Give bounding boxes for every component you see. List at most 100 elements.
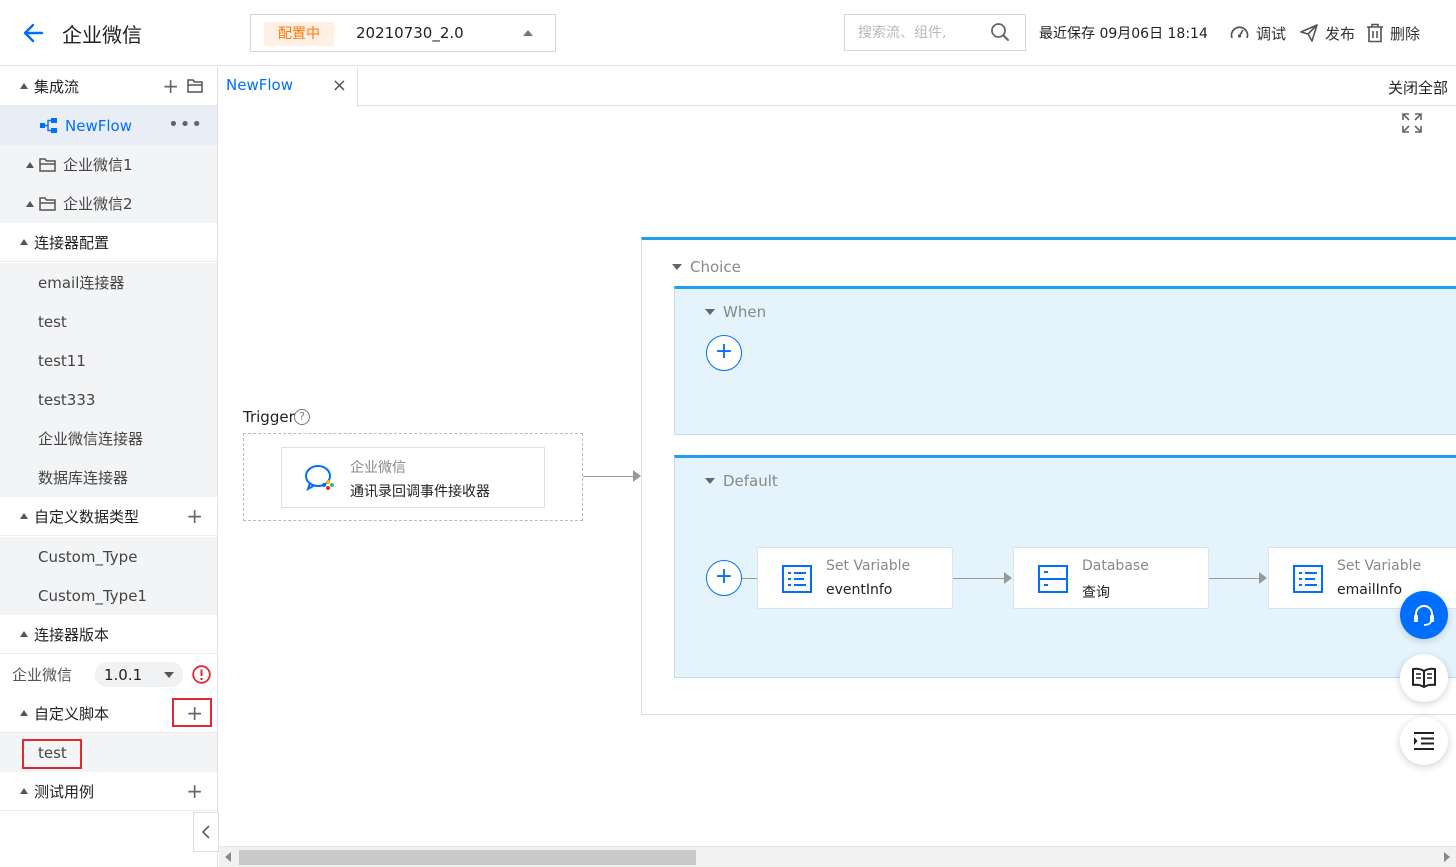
scroll-left-icon[interactable] bbox=[225, 852, 231, 862]
connector-arrow bbox=[1209, 578, 1260, 579]
section-testcases[interactable]: 测试用例 + bbox=[0, 772, 217, 811]
collapse-sidebar-button[interactable] bbox=[193, 812, 219, 852]
connector-item[interactable]: test bbox=[0, 302, 217, 341]
collapse-triangle-icon bbox=[672, 264, 682, 270]
debug-label: 调试 bbox=[1256, 24, 1287, 43]
default-header[interactable]: Default bbox=[705, 472, 778, 490]
section-connector-config-label: 连接器配置 bbox=[34, 233, 110, 252]
connector-arrow bbox=[583, 476, 634, 477]
add-datatype-button[interactable]: + bbox=[186, 506, 203, 526]
more-options-icon[interactable]: ••• bbox=[168, 114, 203, 135]
collapse-triangle-icon bbox=[20, 788, 28, 794]
headset-icon bbox=[1414, 605, 1434, 626]
datatype-item[interactable]: Custom_Type bbox=[0, 537, 217, 576]
connector-item[interactable]: email连接器 bbox=[0, 263, 217, 302]
back-arrow-icon[interactable] bbox=[20, 20, 46, 46]
datatype-label: Custom_Type1 bbox=[38, 586, 147, 605]
connector-item[interactable]: 数据库连接器 bbox=[0, 458, 217, 497]
connector-arrow bbox=[953, 578, 1005, 579]
trigger-category: 企业微信 bbox=[350, 460, 406, 476]
connector-item[interactable]: test333 bbox=[0, 380, 217, 419]
connector-line bbox=[742, 578, 758, 579]
trigger-label: Trigger bbox=[243, 408, 295, 426]
status-badge: 配置中 bbox=[264, 22, 334, 46]
add-flow-button[interactable]: + bbox=[162, 76, 179, 96]
node-name: emailInfo bbox=[1337, 582, 1403, 598]
connector-item[interactable]: 企业微信连接器 bbox=[0, 419, 217, 458]
section-testcases-label: 测试用例 bbox=[34, 782, 95, 801]
collapse-triangle-icon bbox=[20, 631, 28, 637]
collapse-triangle-icon bbox=[20, 239, 28, 245]
sidebar-item-newflow[interactable]: NewFlow ••• bbox=[0, 106, 217, 145]
section-datatypes[interactable]: 自定义数据类型 + bbox=[0, 497, 217, 536]
connector-item[interactable]: test11 bbox=[0, 341, 217, 380]
version-value: 20210730_2.0 bbox=[356, 24, 464, 42]
connector-label: 数据库连接器 bbox=[38, 469, 129, 487]
scrollbar-thumb[interactable] bbox=[239, 850, 696, 865]
docs-button[interactable] bbox=[1400, 654, 1448, 702]
close-icon[interactable]: × bbox=[332, 75, 347, 96]
choice-block[interactable]: Choice When + Default + Set Variable eve… bbox=[641, 237, 1456, 715]
support-button[interactable] bbox=[1400, 591, 1448, 639]
highlight-box bbox=[172, 698, 212, 727]
sidebar-folder-2[interactable]: 企业微信2 bbox=[0, 184, 217, 223]
default-branch[interactable]: Default + Set Variable eventInfo Databas… bbox=[674, 455, 1456, 678]
database-icon bbox=[1038, 565, 1068, 593]
sidebar-item-label: NewFlow bbox=[65, 116, 132, 135]
sidebar-item-label: 企业微信2 bbox=[63, 195, 133, 213]
section-connector-version[interactable]: 连接器版本 bbox=[0, 615, 217, 654]
tab-label: NewFlow bbox=[226, 76, 293, 94]
add-step-button[interactable]: + bbox=[706, 335, 742, 371]
help-icon[interactable]: ? bbox=[294, 409, 310, 425]
node-type: Set Variable bbox=[1337, 558, 1422, 574]
connector-label: test bbox=[38, 312, 67, 331]
arrow-head-icon bbox=[1259, 572, 1267, 584]
node-type: Set Variable bbox=[826, 558, 911, 574]
set-variable-node[interactable]: Set Variable eventInfo bbox=[757, 547, 953, 609]
publish-button[interactable]: 发布 bbox=[1299, 21, 1355, 45]
datatype-item[interactable]: Custom_Type1 bbox=[0, 576, 217, 615]
scroll-right-icon[interactable] bbox=[1444, 852, 1450, 862]
outline-button[interactable] bbox=[1400, 717, 1448, 765]
section-connector-config[interactable]: 连接器配置 bbox=[0, 223, 217, 262]
close-all-button[interactable]: 关闭全部 bbox=[1388, 77, 1448, 98]
flow-canvas[interactable]: NewFlow × 关闭全部 Trigger ? 企业微信 通讯录回调事件接收器… bbox=[219, 67, 1456, 867]
node-name: 查询 bbox=[1082, 585, 1110, 601]
connector-label: 企业微信连接器 bbox=[38, 430, 144, 448]
version-dropdown[interactable]: 1.0.1 bbox=[95, 662, 183, 687]
when-label: When bbox=[723, 303, 767, 321]
add-folder-icon[interactable] bbox=[187, 79, 203, 93]
gauge-icon bbox=[1230, 25, 1249, 38]
connector-label: test333 bbox=[38, 390, 96, 409]
collapse-triangle-icon bbox=[705, 478, 715, 484]
debug-button[interactable]: 调试 bbox=[1229, 21, 1286, 45]
delete-button[interactable]: 删除 bbox=[1366, 21, 1420, 45]
warning-icon[interactable] bbox=[192, 665, 211, 684]
when-header[interactable]: When bbox=[705, 303, 766, 321]
chevron-left-icon bbox=[201, 825, 210, 839]
search-icon[interactable] bbox=[990, 22, 1010, 42]
add-step-button[interactable]: + bbox=[706, 560, 742, 596]
when-branch[interactable]: When + bbox=[674, 286, 1456, 435]
section-flows[interactable]: 集成流 + bbox=[0, 67, 217, 106]
delete-label: 删除 bbox=[1390, 24, 1421, 43]
section-datatypes-label: 自定义数据类型 bbox=[34, 507, 140, 526]
send-icon bbox=[1300, 24, 1318, 42]
add-testcase-button[interactable]: + bbox=[186, 781, 203, 801]
connector-label: test11 bbox=[38, 351, 86, 370]
collapse-triangle-icon bbox=[20, 513, 28, 519]
database-node[interactable]: Database 查询 bbox=[1013, 547, 1209, 609]
connector-name: 企业微信 bbox=[12, 666, 73, 684]
tab-newflow[interactable]: NewFlow × bbox=[219, 67, 358, 107]
highlight-box bbox=[22, 739, 82, 769]
sidebar-folder-1[interactable]: 企业微信1 bbox=[0, 145, 217, 184]
set-variable-icon bbox=[1293, 565, 1323, 593]
fullscreen-icon[interactable] bbox=[1402, 113, 1422, 133]
trigger-name: 通讯录回调事件接收器 bbox=[350, 484, 490, 500]
choice-label: Choice bbox=[690, 258, 741, 276]
trigger-node[interactable]: 企业微信 通讯录回调事件接收器 bbox=[281, 447, 545, 508]
horizontal-scrollbar[interactable] bbox=[219, 846, 1456, 867]
version-select[interactable]: 配置中 20210730_2.0 bbox=[250, 14, 556, 52]
choice-header[interactable]: Choice bbox=[672, 258, 741, 276]
flow-icon bbox=[40, 117, 57, 133]
